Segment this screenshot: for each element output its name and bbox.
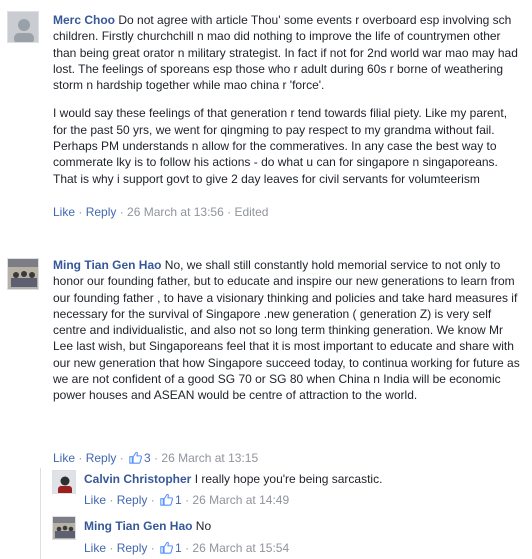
reply-text: I really hope you're being sarcastic. bbox=[194, 472, 383, 486]
avatar[interactable] bbox=[7, 258, 39, 290]
like-count[interactable]: 1 bbox=[175, 493, 182, 507]
reply-ming-tian-gen-hao: Ming Tian Gen Hao No Like · Reply · 1 · … bbox=[0, 516, 532, 559]
avatar[interactable] bbox=[52, 470, 76, 494]
comment-author-link[interactable]: Merc Choo bbox=[53, 13, 115, 27]
comment-merc-choo: Merc Choo Do not agree with article Thou… bbox=[0, 0, 532, 228]
comment-actions: Like · Reply · 3 · 26 March at 13:15 bbox=[53, 450, 258, 468]
comment-body: Merc Choo Do not agree with article Thou… bbox=[53, 12, 523, 187]
comment-actions: Like · Reply · 26 March at 13:56 · Edite… bbox=[53, 205, 269, 219]
comment-timestamp[interactable]: 26 March at 13:15 bbox=[161, 451, 258, 465]
comment-body: Ming Tian Gen Hao No, we shall still con… bbox=[53, 257, 523, 404]
like-count[interactable]: 3 bbox=[144, 451, 151, 465]
like-button[interactable]: Like bbox=[53, 205, 75, 219]
comment-ming-tian-gen-hao: Ming Tian Gen Hao No, we shall still con… bbox=[0, 250, 532, 470]
reply-timestamp[interactable]: 26 March at 14:49 bbox=[192, 493, 289, 507]
comment-text: No, we shall still constantly hold memor… bbox=[53, 258, 520, 403]
comment-text: I would say these feelings of that gener… bbox=[53, 106, 508, 186]
comment-author-link[interactable]: Ming Tian Gen Hao bbox=[53, 258, 161, 272]
reply-button[interactable]: Reply bbox=[117, 493, 148, 507]
profile-photo-icon bbox=[8, 259, 38, 289]
reply-text: No bbox=[195, 519, 212, 533]
reply-timestamp[interactable]: 26 March at 15:54 bbox=[192, 541, 289, 555]
reply-author-link[interactable]: Calvin Christopher bbox=[84, 472, 191, 486]
edited-label[interactable]: Edited bbox=[234, 205, 268, 219]
comment-text: Do not agree with article Thou' some eve… bbox=[53, 13, 518, 93]
profile-photo-icon bbox=[53, 517, 75, 539]
profile-photo-icon bbox=[8, 12, 38, 42]
reply-actions: Like · Reply · 1 · 26 March at 15:54 bbox=[84, 540, 289, 558]
reply-calvin-christopher: Calvin Christopher I really hope you're … bbox=[0, 470, 532, 515]
comment-timestamp[interactable]: 26 March at 13:56 bbox=[127, 205, 224, 219]
reply-body: Calvin Christopher I really hope you're … bbox=[84, 471, 514, 487]
reply-button[interactable]: Reply bbox=[86, 205, 117, 219]
reply-button[interactable]: Reply bbox=[86, 451, 117, 465]
reply-actions: Like · Reply · 1 · 26 March at 14:49 bbox=[84, 492, 289, 510]
like-button[interactable]: Like bbox=[53, 451, 75, 465]
reply-body: Ming Tian Gen Hao No bbox=[84, 518, 514, 534]
avatar[interactable] bbox=[52, 516, 76, 540]
reply-author-link[interactable]: Ming Tian Gen Hao bbox=[84, 519, 192, 533]
thumbs-up-icon[interactable] bbox=[160, 541, 174, 558]
like-count[interactable]: 1 bbox=[175, 541, 182, 555]
thumbs-up-icon[interactable] bbox=[160, 493, 174, 510]
reply-button[interactable]: Reply bbox=[117, 541, 148, 555]
profile-photo-icon bbox=[53, 471, 75, 493]
like-button[interactable]: Like bbox=[84, 541, 106, 555]
thumbs-up-icon[interactable] bbox=[129, 451, 143, 468]
like-button[interactable]: Like bbox=[84, 493, 106, 507]
avatar[interactable] bbox=[7, 11, 39, 43]
